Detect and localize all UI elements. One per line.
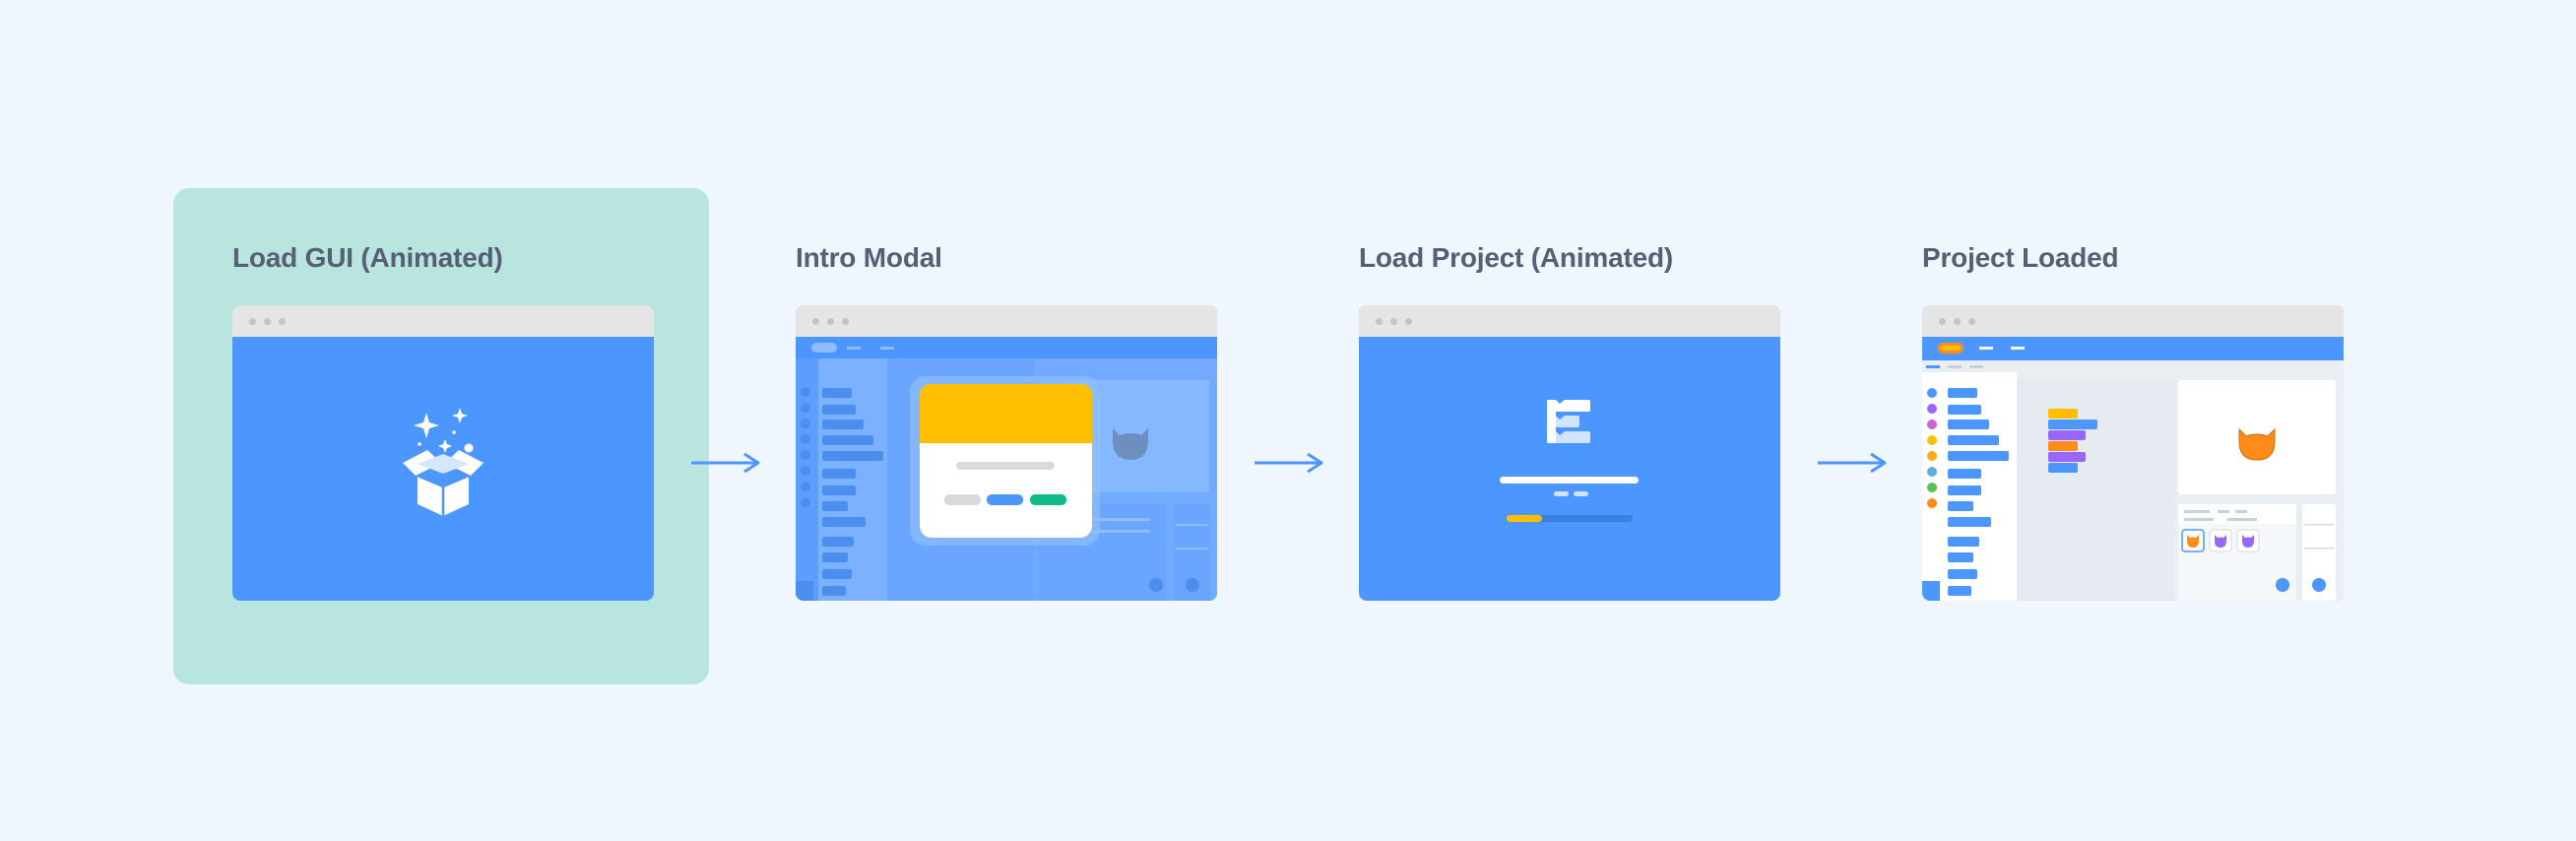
open-box-sparkles-icon: [403, 408, 483, 516]
step-label: Load Project (Animated): [1359, 242, 1673, 273]
browser-window: [1922, 305, 2344, 601]
editor-loaded-illustration: [1922, 337, 2344, 601]
step-label: Project Loaded: [1922, 242, 2119, 273]
flow-diagram: Load GUI (Animated) Intro Modal Load Pro…: [0, 0, 2576, 841]
window-titlebar: [232, 305, 654, 337]
arrow-right-icon: [691, 452, 760, 474]
window-screen: [1359, 337, 1780, 601]
window-screen: [1922, 337, 2344, 601]
window-screen: [796, 337, 1217, 601]
window-titlebar: [1922, 305, 2344, 337]
step-label: Load GUI (Animated): [232, 242, 503, 273]
step-label: Intro Modal: [796, 242, 942, 273]
window-titlebar: [796, 305, 1217, 337]
window-screen: [232, 337, 654, 601]
browser-window: [796, 305, 1217, 601]
browser-window: [232, 305, 654, 601]
loading-blocks-icon: [1500, 400, 1639, 522]
arrow-right-icon: [1255, 452, 1323, 474]
window-titlebar: [1359, 305, 1780, 337]
editor-with-modal-illustration: [796, 337, 1217, 601]
arrow-right-icon: [1818, 452, 1887, 474]
browser-window: [1359, 305, 1780, 601]
